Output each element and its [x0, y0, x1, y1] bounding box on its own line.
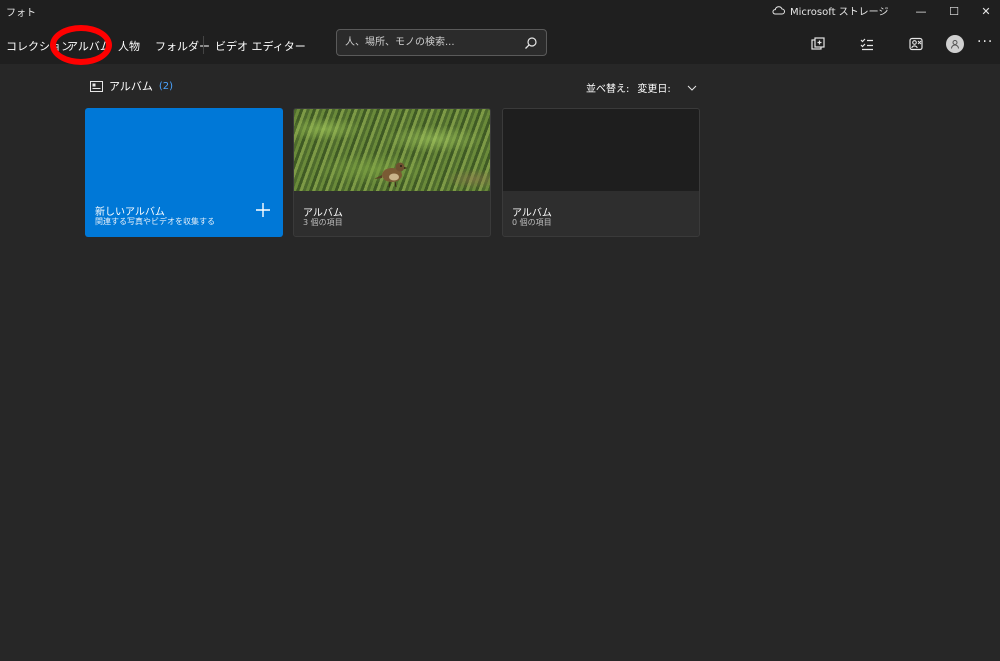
storage-label: Microsoft ストレージ	[790, 7, 889, 18]
album-thumbnail	[294, 109, 490, 191]
close-button[interactable]: ✕	[970, 0, 1000, 22]
import-icon[interactable]	[810, 36, 826, 52]
bird-photo	[374, 162, 408, 188]
cloud-icon	[772, 6, 785, 15]
sort-value: 変更日:	[637, 84, 671, 95]
tab-folder[interactable]: フォルダー	[155, 38, 210, 54]
search-input[interactable]	[337, 30, 525, 55]
title-bar: フォト Microsoft ストレージ — ☐ ✕	[0, 0, 1000, 22]
album-card[interactable]: アルバム 0 個の項目	[502, 108, 700, 237]
albums-header: アルバム (2)	[90, 78, 173, 94]
select-icon[interactable]	[859, 36, 875, 52]
minimize-button[interactable]: —	[905, 0, 937, 22]
album-item-count: 3 個の項目	[303, 218, 343, 227]
sort-label: 並べ替え:	[586, 84, 630, 95]
maximize-button[interactable]: ☐	[938, 0, 970, 22]
tab-video-editor[interactable]: ビデオ エディター	[215, 38, 306, 54]
sort-control[interactable]: 並べ替え: 変更日:	[586, 80, 697, 95]
storage-status[interactable]: Microsoft ストレージ	[772, 3, 889, 18]
app-title: フォト	[6, 8, 36, 19]
search-icon[interactable]	[524, 36, 538, 50]
new-album-subtitle: 関連する写真やビデオを収集する	[95, 217, 215, 226]
tab-people[interactable]: 人物	[118, 38, 140, 54]
avatar[interactable]	[946, 35, 964, 53]
people-icon[interactable]	[908, 36, 924, 52]
highlight-ring	[50, 25, 112, 65]
album-item-count: 0 個の項目	[512, 218, 552, 227]
album-card[interactable]: アルバム 3 個の項目	[293, 108, 491, 237]
account-icon	[951, 40, 959, 49]
search-box[interactable]	[336, 29, 547, 56]
tab-divider	[203, 36, 204, 54]
page-title: アルバム	[109, 80, 153, 93]
album-thumbnail	[503, 109, 699, 191]
chevron-down-icon	[687, 85, 697, 91]
album-count: (2)	[158, 80, 174, 92]
plus-icon	[256, 203, 270, 217]
album-icon	[90, 80, 103, 92]
new-album-card[interactable]: 新しいアルバム 関連する写真やビデオを収集する	[85, 108, 283, 237]
more-options-button[interactable]: ···	[977, 34, 993, 50]
